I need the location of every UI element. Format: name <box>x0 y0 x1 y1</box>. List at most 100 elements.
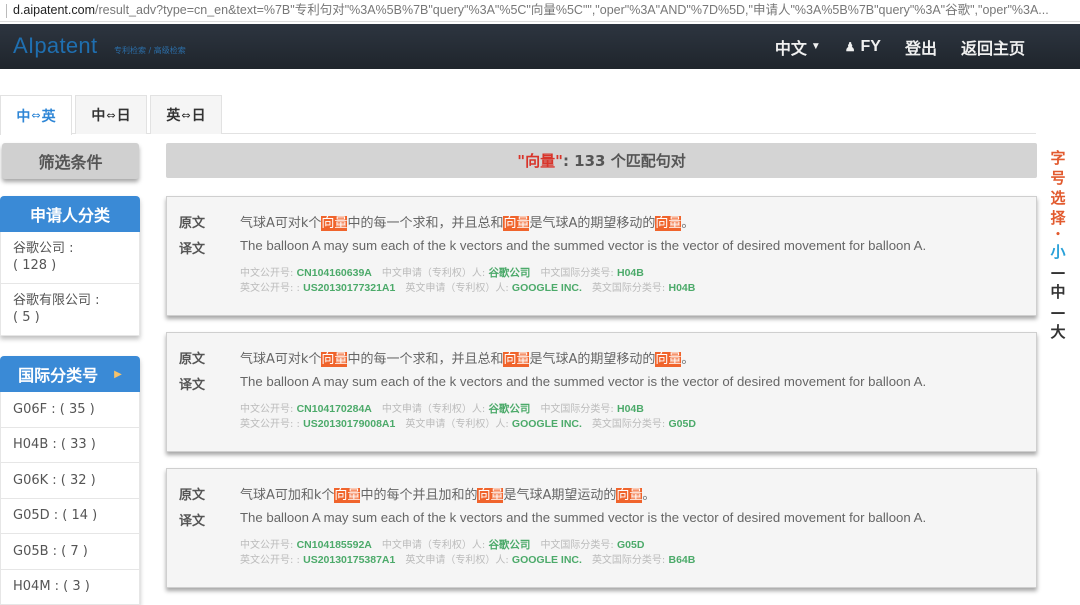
translation-label: 译文 <box>179 238 240 257</box>
font-size-title-char: 选 <box>1050 188 1065 208</box>
highlighted-keyword: 向量 <box>503 352 529 367</box>
cn-ipc[interactable]: H04B <box>617 403 644 415</box>
ipc-item[interactable]: G05B : ( 7 ) <box>0 534 140 570</box>
highlighted-keyword: 向量 <box>334 488 360 503</box>
en-pub-label: 英文公开号: : <box>240 419 300 430</box>
original-label: 原文 <box>179 484 240 503</box>
cn-pub-label: 中文公开号: <box>240 404 293 415</box>
cn-meta-row: 中文公开号: CN104185592A 中文申请（专利权）人: 谷歌公司中文国际分… <box>240 536 644 552</box>
font-size-picker: 字 号 选 择 • 小 — 中 — 大 <box>1047 148 1069 342</box>
logout-link[interactable]: 登出 <box>905 35 937 59</box>
applicant-count: ( 128 ) <box>13 257 127 274</box>
applicant-item[interactable]: 谷歌有限公司 : ( 5 ) <box>0 284 140 336</box>
ipc-item[interactable]: G05D : ( 14 ) <box>0 499 140 535</box>
cn-applicant[interactable]: 谷歌公司 <box>488 539 530 551</box>
en-pub-number[interactable]: US20130177321A1 <box>303 282 395 294</box>
en-ipc[interactable]: B64B <box>669 554 696 566</box>
result-card: 原文 气球A可对k个向量中的每一个求和，并且总和向量是气球A的期望移动的向量。 … <box>166 332 1037 452</box>
cn-ipc[interactable]: G05D <box>617 539 644 551</box>
cn-applicant-label: 中文申请（专利权）人: <box>382 404 485 415</box>
ipc-item[interactable]: H04M : ( 3 ) <box>0 570 140 605</box>
en-ipc-label: 英文国际分类号: <box>592 555 665 566</box>
original-label: 原文 <box>179 212 240 231</box>
en-pub-number[interactable]: US20130175387A1 <box>303 554 395 566</box>
caret-down-icon: ▼ <box>811 41 821 52</box>
bidirectional-arrow-icon: ⇔ <box>181 109 190 122</box>
font-size-small[interactable]: 小 <box>1050 242 1065 262</box>
text-segment: 气球A可对k个 <box>240 352 321 367</box>
language-pair-tabs: 中⇔英 中⇔日 英⇔日 <box>0 95 1036 134</box>
cn-applicant[interactable]: 谷歌公司 <box>488 403 530 415</box>
brand-logo[interactable]: AIpatent <box>13 33 97 59</box>
home-link[interactable]: 返回主页 <box>961 35 1025 59</box>
en-applicant[interactable]: GOOGLE INC. <box>512 282 582 294</box>
tab-lang-right: 日 <box>117 105 131 125</box>
en-applicant[interactable]: GOOGLE INC. <box>512 418 582 430</box>
original-text[interactable]: 气球A可加和k个向量中的每个并且加和的向量是气球A期望运动的向量。 <box>240 484 655 503</box>
user-menu[interactable]: ♟ FY <box>845 38 881 56</box>
translation-text[interactable]: The balloon A may sum each of the k vect… <box>240 374 926 393</box>
result-summary: "向量" : 133 个匹配句对 <box>166 143 1037 178</box>
original-row: 原文 气球A可对k个向量中的每一个求和，并且总和向量是气球A的期望移动的向量。 <box>179 348 694 367</box>
applicant-panel-title[interactable]: 申请人分类 <box>0 196 140 232</box>
cn-pub-number[interactable]: CN104185592A <box>297 539 372 551</box>
text-segment: 。 <box>642 488 655 503</box>
summary-text: : 133 个匹配句对 <box>563 150 686 171</box>
text-segment: 中的每个并且加和的 <box>360 488 477 503</box>
font-size-medium[interactable]: 中 <box>1050 282 1065 302</box>
ipc-item[interactable]: H04B : ( 33 ) <box>0 428 140 464</box>
ipc-item[interactable]: G06K : ( 32 ) <box>0 463 140 499</box>
highlighted-keyword: 向量 <box>503 216 529 231</box>
text-segment: 是气球A的期望移动的 <box>529 216 655 231</box>
cn-ipc[interactable]: H04B <box>617 267 644 279</box>
applicant-panel: 申请人分类 谷歌公司 : ( 128 ) 谷歌有限公司 : ( 5 ) <box>0 196 140 336</box>
cn-pub-label: 中文公开号: <box>240 268 293 279</box>
tab-zh-en[interactable]: 中⇔英 <box>0 95 72 135</box>
en-applicant-label: 英文申请（专利权）人: <box>405 283 508 294</box>
summary-keyword: "向量" <box>517 150 563 171</box>
highlighted-keyword: 向量 <box>321 216 347 231</box>
ipc-item[interactable]: G06F : ( 35 ) <box>0 392 140 428</box>
en-pub-number[interactable]: US20130179008A1 <box>303 418 395 430</box>
font-size-large[interactable]: 大 <box>1050 322 1065 342</box>
cn-pub-label: 中文公开号: <box>240 540 293 551</box>
font-size-title-char: 字 <box>1050 148 1065 168</box>
ipc-panel: 国际分类号 ▶ G06F : ( 35 ) H04B : ( 33 ) G06K… <box>0 356 140 605</box>
text-segment: 气球A可加和k个 <box>240 488 334 503</box>
tab-en-ja[interactable]: 英⇔日 <box>150 95 222 134</box>
highlighted-keyword: 向量 <box>655 216 681 231</box>
en-applicant[interactable]: GOOGLE INC. <box>512 554 582 566</box>
cn-applicant-label: 中文申请（专利权）人: <box>382 540 485 551</box>
result-card: 原文 气球A可对k个向量中的每一个求和，并且总和向量是气球A的期望移动的向量。 … <box>166 196 1037 316</box>
original-text[interactable]: 气球A可对k个向量中的每一个求和，并且总和向量是气球A的期望移动的向量。 <box>240 348 694 367</box>
en-ipc-label: 英文国际分类号: <box>592 419 665 430</box>
language-label: 中文 <box>775 35 807 59</box>
ipc-panel-title[interactable]: 国际分类号 ▶ <box>0 356 140 392</box>
url-path: /result_adv?type=cn_en&text=%7B"专利句对"%3A… <box>95 3 1049 17</box>
divider: — <box>1051 302 1066 322</box>
result-card: 原文 气球A可加和k个向量中的每个并且加和的向量是气球A期望运动的向量。 译文 … <box>166 468 1037 588</box>
cn-pub-number[interactable]: CN104170284A <box>297 403 372 415</box>
en-ipc[interactable]: H04B <box>669 282 696 294</box>
translation-text[interactable]: The balloon A may sum each of the k vect… <box>240 510 926 529</box>
text-segment: 。 <box>681 216 694 231</box>
text-segment: 是气球A期望运动的 <box>503 488 616 503</box>
cn-pub-number[interactable]: CN104160639A <box>297 267 372 279</box>
language-dropdown[interactable]: 中文 ▼ <box>775 35 821 59</box>
en-ipc-label: 英文国际分类号: <box>592 283 665 294</box>
address-bar-divider <box>6 4 7 18</box>
cn-applicant[interactable]: 谷歌公司 <box>488 267 530 279</box>
cn-ipc-label: 中文国际分类号: <box>540 268 613 279</box>
cn-ipc-label: 中文国际分类号: <box>540 540 613 551</box>
top-navbar: AIpatent 专利检索 / 高级检索 中文 ▼ ♟ FY 登出 返回主页 <box>0 24 1080 69</box>
original-row: 原文 气球A可对k个向量中的每一个求和，并且总和向量是气球A的期望移动的向量。 <box>179 212 694 231</box>
breadcrumb[interactable]: 专利检索 / 高级检索 <box>114 45 186 56</box>
tab-zh-ja[interactable]: 中⇔日 <box>75 95 147 134</box>
translation-label: 译文 <box>179 510 240 529</box>
en-ipc[interactable]: G05D <box>669 418 696 430</box>
original-text[interactable]: 气球A可对k个向量中的每一个求和，并且总和向量是气球A的期望移动的向量。 <box>240 212 694 231</box>
applicant-item[interactable]: 谷歌公司 : ( 128 ) <box>0 232 140 284</box>
translation-text[interactable]: The balloon A may sum each of the k vect… <box>240 238 926 257</box>
address-bar[interactable]: d.aipatent.com/result_adv?type=cn_en&tex… <box>0 0 1080 22</box>
en-applicant-label: 英文申请（专利权）人: <box>405 419 508 430</box>
